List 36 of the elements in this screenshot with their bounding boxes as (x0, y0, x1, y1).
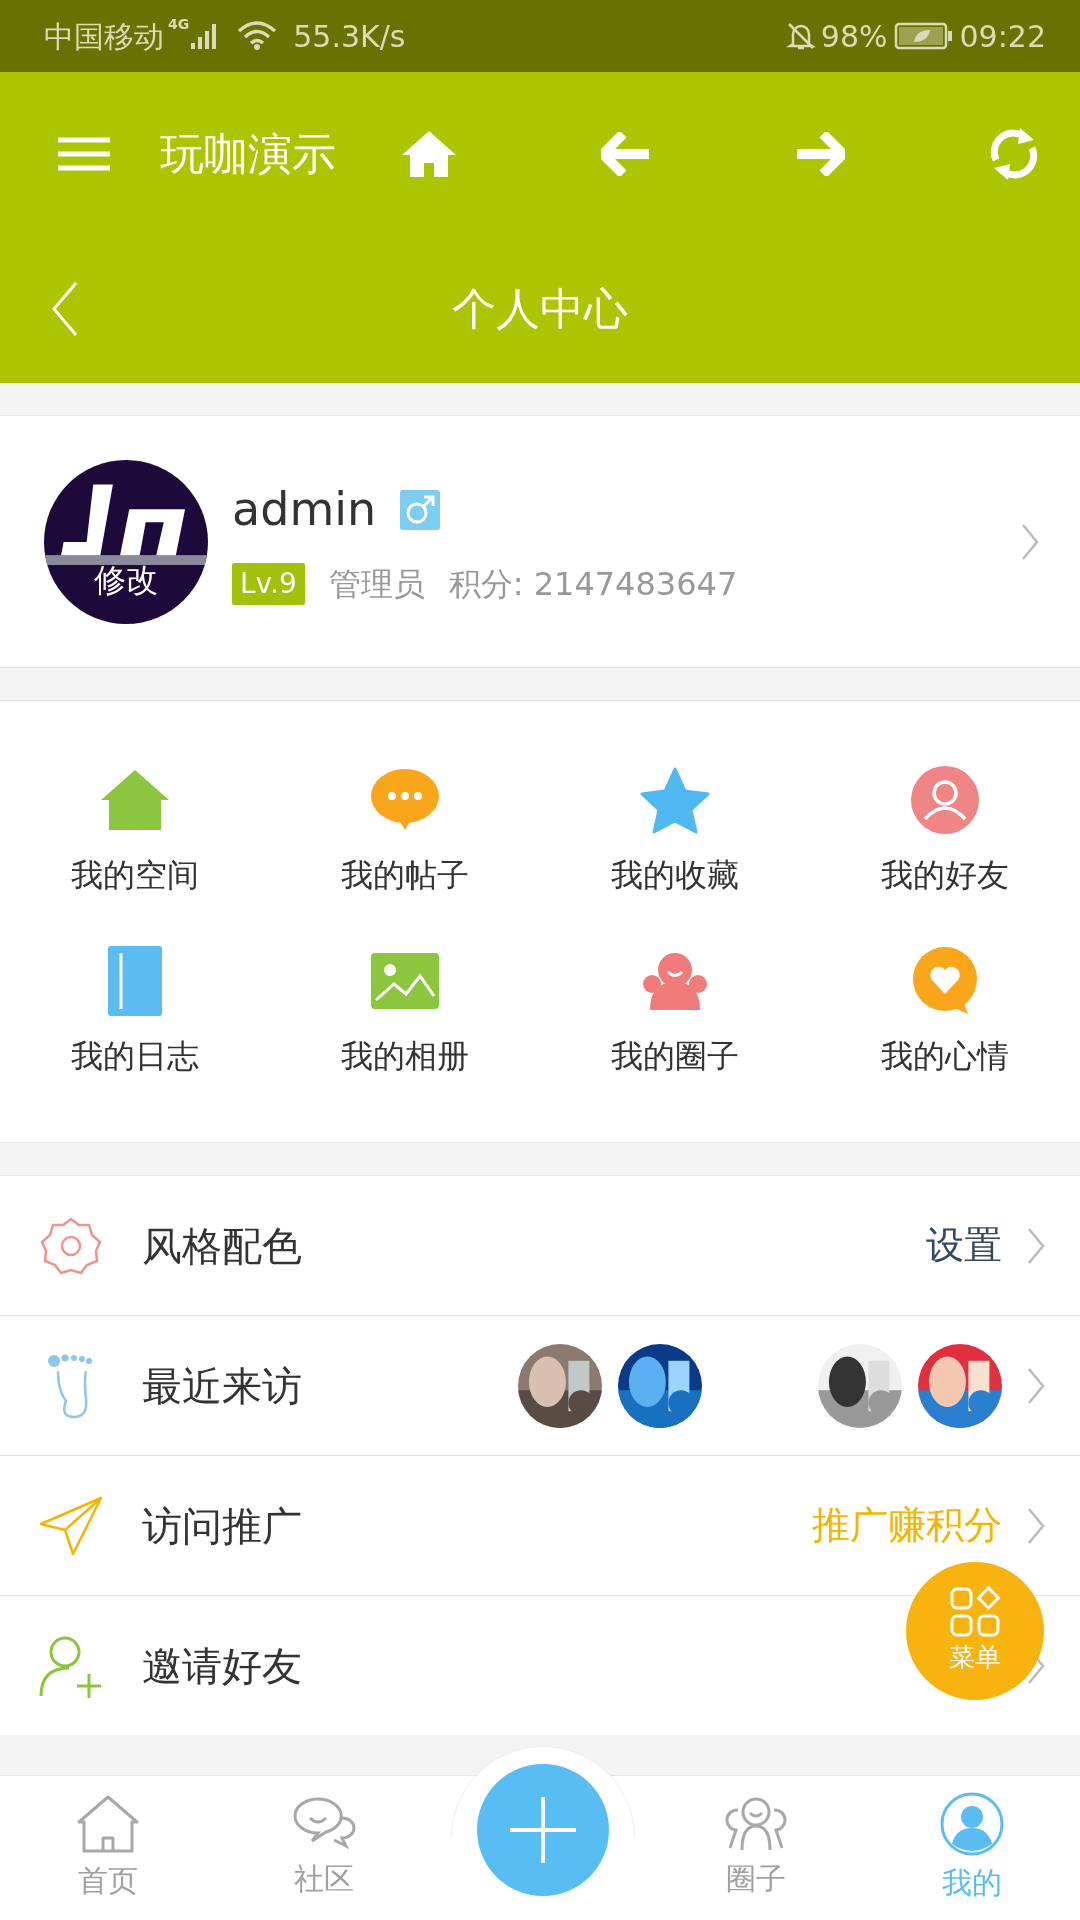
male-icon (404, 493, 437, 526)
grid-item-label[interactable]: 我的收藏 (611, 851, 739, 900)
wifi-icon (237, 21, 278, 51)
page-title: 个人中心 (452, 282, 628, 336)
points: 积分: 2147483647 (448, 564, 738, 605)
user-name: admin (232, 481, 377, 538)
grid-item-label[interactable]: 我的帖子 (341, 851, 469, 900)
grid-item-label[interactable]: 我的好友 (881, 851, 1009, 900)
grid-item-label[interactable]: 我的日志 (71, 1031, 199, 1080)
clock: 09:22 (959, 17, 1046, 56)
app-title: 玩咖演示 (160, 126, 336, 181)
paper-plane-icon[interactable] (39, 1495, 103, 1556)
setting-value[interactable]: 设置 (926, 1217, 1002, 1274)
network-type: 4G (168, 15, 190, 34)
carrier-name: 中国移动 (44, 17, 164, 56)
menu-row-label[interactable]: 风格配色 (142, 1215, 302, 1276)
level-badge: Lv.9 (232, 563, 305, 605)
back-arrow-icon[interactable] (601, 131, 652, 176)
battery-percent: 98% (820, 17, 888, 56)
bell-muted-icon (784, 20, 817, 52)
grid-item-label[interactable]: 我的圈子 (611, 1031, 739, 1080)
user-role: 管理员 (328, 564, 425, 605)
menu-row-label[interactable]: 访问推广 (142, 1495, 302, 1556)
home-icon[interactable] (400, 128, 458, 179)
network-speed: 55.3K/s (293, 17, 406, 56)
menu-row-label[interactable]: 最近来访 (142, 1355, 302, 1416)
forward-arrow-icon[interactable] (794, 131, 845, 176)
grid-item-label[interactable]: 我的空间 (71, 851, 199, 900)
notebook-icon[interactable] (107, 943, 163, 1018)
grid-item-label[interactable]: 我的心情 (881, 1031, 1009, 1080)
plus-icon (508, 1795, 578, 1865)
grid-item-label[interactable]: 我的相册 (341, 1031, 469, 1080)
menu-row-label[interactable]: 邀请好友 (142, 1635, 302, 1696)
grid-icon (949, 1585, 1001, 1638)
battery-icon (893, 22, 954, 50)
back-icon[interactable] (50, 281, 80, 337)
